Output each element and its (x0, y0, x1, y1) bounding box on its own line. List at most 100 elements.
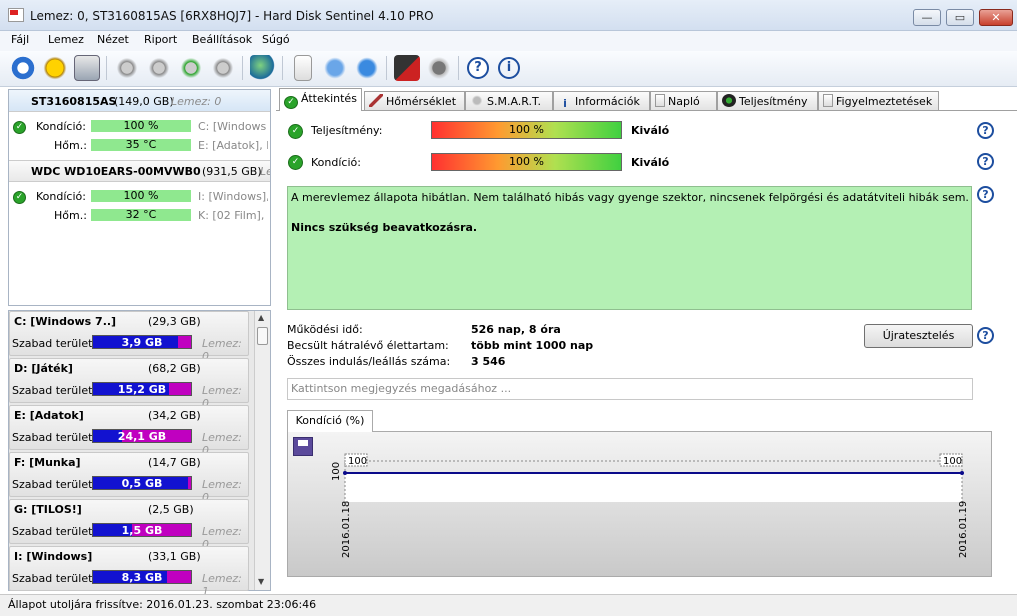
graph-tab-kondicio[interactable]: Kondíció (%) (287, 410, 373, 432)
disk-tool-icon[interactable] (210, 55, 236, 81)
help-icon[interactable]: ? (977, 153, 994, 170)
free-space-value: 3,9 GB (121, 336, 163, 349)
partition-scrollbar[interactable]: ▲ ▼ (254, 311, 270, 590)
toolbar-separator (106, 56, 107, 80)
menu-beallitasok[interactable]: Beállítások (192, 33, 252, 46)
alert-icon[interactable] (42, 55, 68, 81)
temp-label: Hőm.: (54, 139, 87, 152)
partition-item[interactable]: G: [TILOS!] (2,5 GB) Szabad terület 1,5 GB L… (9, 499, 249, 551)
tab-label: Áttekintés (301, 92, 357, 105)
scrollbar-thumb[interactable] (257, 327, 268, 345)
disk-name: ST3160815AS (31, 95, 117, 108)
free-space-value: 1,5 GB (121, 524, 163, 537)
status-message: A merevlemez állapota hibátlan. Nem talá… (291, 191, 969, 204)
menu-sugo[interactable]: Súgó (262, 33, 290, 46)
help-icon[interactable]: ? (977, 122, 994, 139)
partition-item[interactable]: I: [Windows] (33,1 GB) Szabad terület 8,3 G… (9, 546, 249, 598)
help-icon[interactable]: ? (977, 186, 994, 203)
check-icon: ✓ (13, 121, 26, 134)
info-icon: i (563, 97, 567, 110)
chart-plot-area (345, 473, 962, 502)
toolbar-separator (458, 56, 459, 80)
free-space-label: Szabad terület (12, 478, 93, 491)
disk-size: (931,5 GB) (202, 165, 262, 178)
partition-size: (2,5 GB) (148, 503, 194, 516)
disk-partition-hint: K: [02 Film], L (198, 209, 268, 222)
tab-homerseklet[interactable]: Hőmérséklet (364, 91, 465, 111)
kondicio-bar: 100 % (91, 190, 191, 202)
disk-surface-icon[interactable] (146, 55, 172, 81)
sound-icon[interactable] (426, 55, 452, 81)
scroll-down-icon[interactable]: ▼ (258, 577, 264, 586)
monitor-icon[interactable] (394, 55, 420, 81)
info-icon[interactable]: i (498, 57, 520, 79)
send-report-icon[interactable] (322, 55, 348, 81)
tab-attekintes[interactable]: ✓ Áttekintés (279, 88, 362, 111)
free-space-value: 8,3 GB (121, 571, 163, 584)
tab-naplo[interactable]: Napló (650, 91, 717, 111)
close-button[interactable]: ✕ (979, 9, 1013, 26)
globe-icon[interactable] (250, 55, 276, 81)
disk-item-1[interactable]: WDC WD10EARS-00MVWB0 (931,5 GB) Lemez (9, 160, 270, 182)
partition-item[interactable]: E: [Adatok] (34,2 GB) Szabad terület 24,1 G… (9, 405, 249, 457)
maximize-button[interactable]: ▭ (946, 9, 974, 26)
tab-label: Hőmérséklet (386, 95, 457, 108)
network-icon[interactable] (354, 55, 380, 81)
free-space-label: Szabad terület (12, 431, 93, 444)
warning-doc-icon (823, 94, 833, 107)
refresh-icon[interactable] (10, 55, 36, 81)
scroll-up-icon[interactable]: ▲ (258, 313, 264, 322)
tab-informaciok[interactable]: i Információk (553, 91, 650, 111)
disk-icon[interactable] (74, 55, 100, 81)
free-space-label: Szabad terület (12, 572, 93, 585)
menu-lemez[interactable]: Lemez (48, 33, 84, 46)
partition-name: G: [TILOS!] (14, 503, 82, 516)
menu-riport[interactable]: Riport (144, 33, 177, 46)
toolbar-separator (242, 56, 243, 80)
help-icon[interactable]: ? (977, 327, 994, 344)
temp-bar: 35 °C (91, 139, 191, 151)
kondicio-label: Kondíció: (36, 190, 86, 203)
minimize-button[interactable]: — (913, 9, 941, 26)
free-space-label: Szabad terület (12, 525, 93, 538)
report-icon[interactable] (294, 55, 312, 81)
partition-size: (34,2 GB) (148, 409, 201, 422)
kondicio-bar: 100 % (91, 120, 191, 132)
partition-size: (33,1 GB) (148, 550, 201, 563)
tab-smart[interactable]: S.M.A.R.T. (465, 91, 553, 111)
retest-button[interactable]: Újratesztelés (864, 324, 973, 348)
status-message-box: A merevlemez állapota hibátlan. Nem talá… (287, 186, 972, 310)
help-icon[interactable]: ? (467, 57, 489, 79)
check-icon: ✓ (13, 191, 26, 204)
tab-label: Teljesítmény (739, 95, 808, 108)
partition-size: (68,2 GB) (148, 362, 201, 375)
condition-rating: Kiváló (631, 156, 670, 169)
tab-figyelmeztetesek[interactable]: Figyelmeztetések (818, 91, 939, 111)
note-input[interactable]: Kattintson megjegyzés megadásához ... (287, 378, 973, 400)
partition-name: E: [Adatok] (14, 409, 84, 422)
tab-teljesitmeny[interactable]: Teljesítmény (717, 91, 818, 111)
menu-fajl[interactable]: Fájl (11, 33, 29, 46)
check-icon: ✓ (284, 96, 298, 109)
partition-item[interactable]: F: [Munka] (14,7 GB) Szabad terület 0,5 GB L… (9, 452, 249, 504)
partition-item[interactable]: D: [Játék] (68,2 GB) Szabad terület 15,2 GB… (9, 358, 249, 410)
partition-size: (14,7 GB) (148, 456, 201, 469)
menu-nezet[interactable]: Nézet (97, 33, 129, 46)
window-title: Lemez: 0, ST3160815AS [6RX8HQJ7] - Hard … (30, 9, 434, 23)
disk-item-0[interactable]: ST3160815AS (149,0 GB) Lemez: 0 (9, 90, 270, 112)
partition-name: C: [Windows 7..] (14, 315, 117, 328)
disk-partition-hint: C: [Windows 7 (198, 120, 268, 133)
disk-ok-icon[interactable] (178, 55, 204, 81)
app-logo-icon (8, 8, 24, 22)
partition-name: D: [Játék] (14, 362, 73, 375)
disk-test-icon[interactable] (114, 55, 140, 81)
chart-y-tick-label: 100 (331, 462, 342, 481)
check-icon: ✓ (288, 124, 303, 139)
disk-name: WDC WD10EARS-00MVWB0 (31, 165, 201, 178)
performance-rating: Kiváló (631, 124, 670, 137)
partition-name: I: [Windows] (14, 550, 93, 563)
free-space-bar: 8,3 GB (92, 570, 192, 584)
lifetime-value: több mint 1000 nap (471, 339, 594, 352)
partition-name: F: [Munka] (14, 456, 81, 469)
partition-item[interactable]: C: [Windows 7..] (29,3 GB) Szabad terület 3… (9, 311, 249, 363)
